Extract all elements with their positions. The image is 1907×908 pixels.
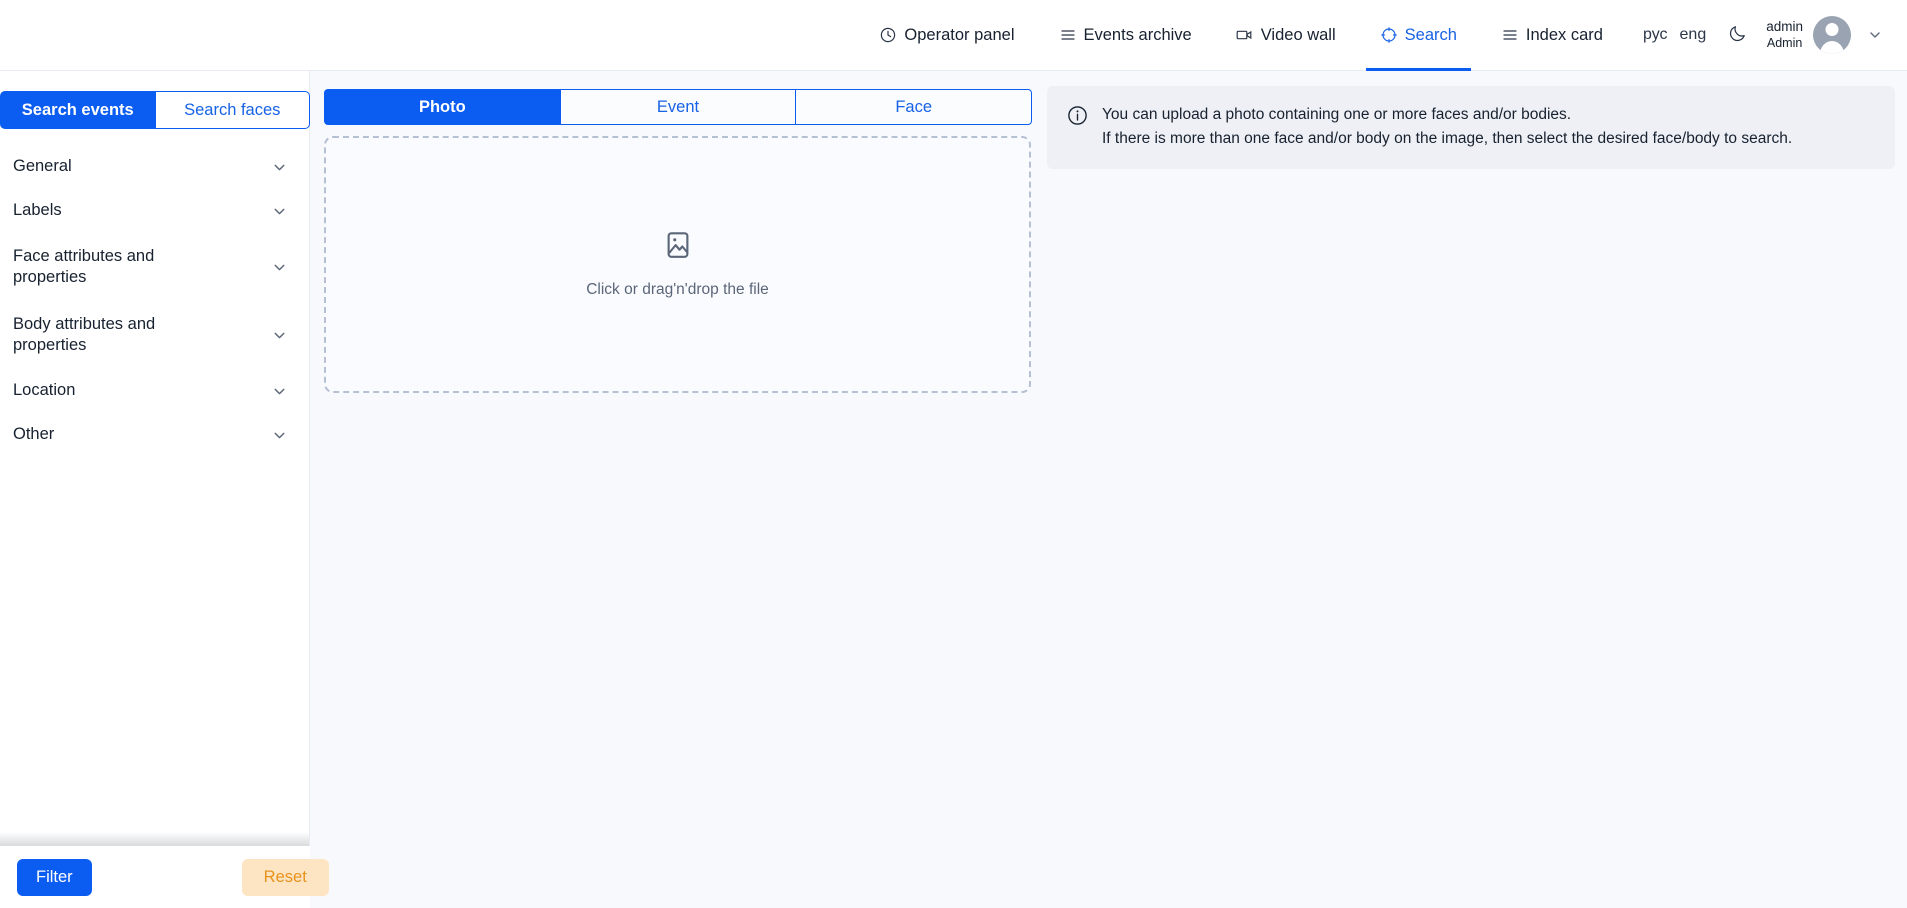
language-option-ru[interactable]: рус [1643,26,1668,44]
list-icon [1501,26,1519,44]
sidebar-footer: Filter Reset [0,846,329,908]
chevron-down-icon[interactable] [1867,27,1883,43]
nav-label: Index card [1525,25,1603,44]
user-role: Admin [1766,35,1803,50]
tab-photo[interactable]: Photo [324,89,561,125]
reset-button[interactable]: Reset [241,858,329,896]
chevron-down-icon[interactable] [271,259,288,276]
search-mode-switch: Search events Search faces [0,91,310,129]
filter-section-location[interactable]: Location [0,369,310,413]
nav-label: Search [1404,25,1457,44]
section-label: Labels [13,201,62,220]
filter-button[interactable]: Filter [17,858,92,896]
chevron-down-icon[interactable] [271,159,288,176]
search-faces-tab[interactable]: Search faces [155,91,310,129]
tab-face[interactable]: Face [796,89,1033,125]
nav-label: Operator panel [904,25,1015,44]
filter-section-other[interactable]: Other [0,413,310,457]
filter-section-face-attributes[interactable]: Face attributes and properties [0,233,310,301]
nav-item-events-archive[interactable]: Events archive [1037,0,1214,71]
filter-section-labels[interactable]: Labels [0,189,310,233]
info-circle-icon [1067,105,1088,131]
nav-label: Video wall [1260,25,1336,44]
clock-icon [879,26,897,44]
user-menu[interactable]: admin Admin [1766,16,1907,54]
section-label: Face attributes and properties [13,246,155,286]
moon-icon [1728,23,1748,48]
tab-event[interactable]: Event [560,89,797,125]
filter-sections: General Labels Face attributes and prope… [0,145,310,846]
filter-section-body-attributes[interactable]: Body attributes and properties [0,301,310,369]
user-login: admin [1766,18,1803,34]
nav-item-operator-panel[interactable]: Operator panel [857,0,1036,71]
nav-item-search[interactable]: Search [1358,0,1479,71]
top-header: Operator panel Events archive Video wall [0,0,1907,71]
section-label: Other [13,425,55,444]
language-option-en[interactable]: eng [1680,26,1707,44]
target-search-icon [1380,26,1398,44]
search-events-tab[interactable]: Search events [0,91,156,129]
nav-item-index-card[interactable]: Index card [1479,0,1625,71]
info-text: You can upload a photo containing one or… [1102,103,1792,150]
main-navigation: Operator panel Events archive Video wall [857,0,1907,71]
list-icon [1059,26,1077,44]
language-switcher: рус eng [1643,26,1706,44]
section-label: Body attributes and properties [13,314,156,354]
chevron-down-icon[interactable] [271,203,288,220]
info-line-2: If there is more than one face and/or bo… [1102,129,1793,147]
chevron-down-icon[interactable] [271,427,288,444]
dropzone-label: Click or drag'n'drop the file [586,281,769,298]
filters-sidebar: Search events Search faces General Label… [0,71,329,908]
video-camera-icon [1236,26,1254,44]
image-placeholder-icon [663,230,693,265]
chevron-down-icon[interactable] [271,327,288,344]
info-banner: You can upload a photo containing one or… [1047,86,1895,170]
file-dropzone[interactable]: Click or drag'n'drop the file [324,136,1031,393]
filter-section-general[interactable]: General [0,145,310,189]
user-avatar-icon [1813,16,1851,54]
section-label: General [13,157,72,176]
section-label: Location [13,381,76,400]
info-line-1: You can upload a photo containing one or… [1102,106,1572,123]
theme-toggle-button[interactable] [1728,23,1748,48]
nav-label: Events archive [1083,25,1192,44]
source-type-tabs: Photo Event Face [324,89,1033,125]
nav-item-video-wall[interactable]: Video wall [1214,0,1358,71]
user-info: admin Admin [1766,19,1803,52]
chevron-down-icon[interactable] [271,383,288,400]
